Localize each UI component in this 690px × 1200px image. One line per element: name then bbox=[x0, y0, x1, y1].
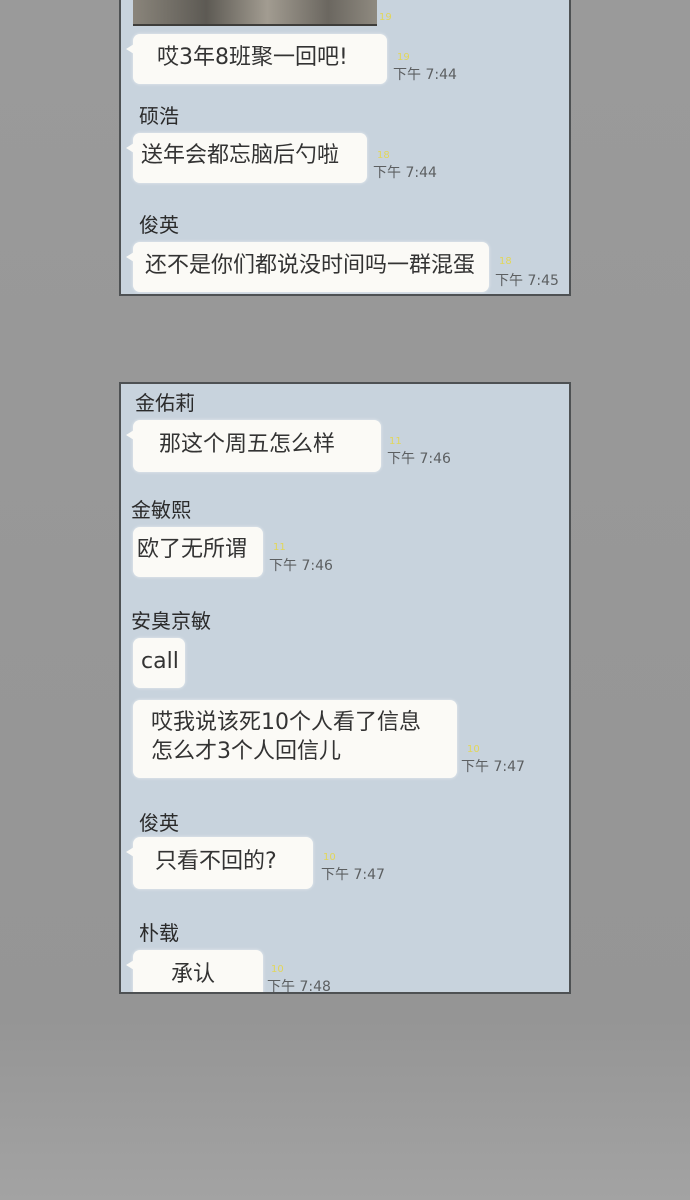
message-text: 那这个周五怎么样 bbox=[159, 432, 336, 457]
message-text: 哎3年8班聚一回吧! bbox=[157, 45, 348, 70]
message-bubble: 送年会都忘脑后勺啦 bbox=[126, 133, 367, 183]
message-bubble: 欧了无所谓 bbox=[133, 527, 263, 577]
sender-name: 金敏熙 bbox=[131, 498, 191, 522]
message-text: call bbox=[141, 649, 179, 674]
message-text: 欧了无所谓 bbox=[137, 537, 248, 562]
sender-name: 硕浩 bbox=[139, 104, 179, 128]
message-time: 下午 7:47 bbox=[321, 867, 385, 883]
sender-name: 朴载 bbox=[139, 921, 179, 945]
unread-count: 10 bbox=[271, 964, 284, 975]
message-time: 下午 7:44 bbox=[393, 67, 457, 83]
message-bubble: 哎3年8班聚一回吧! bbox=[126, 34, 387, 84]
sender-name: 俊英 bbox=[139, 213, 179, 237]
unread-count: 11 bbox=[273, 542, 286, 553]
unread-count: 19 bbox=[379, 12, 392, 23]
message-time: 下午 7:47 bbox=[461, 759, 525, 775]
sender-name: 金佑莉 bbox=[135, 391, 195, 415]
message-bubble: 那这个周五怎么样 bbox=[126, 420, 381, 472]
message-text-line: 哎我说该死10个人看了信息 bbox=[151, 710, 421, 735]
message-bubble: 还不是你们都说没时间吗一群混蛋 bbox=[126, 242, 489, 292]
message-text: 只看不回的? bbox=[155, 849, 277, 874]
message-time: 下午 7:48 bbox=[267, 979, 331, 994]
message-time: 下午 7:46 bbox=[269, 558, 333, 574]
message-time: 下午 7:45 bbox=[495, 273, 559, 289]
message-text: 承认 bbox=[171, 962, 216, 987]
message-bubble: 哎我说该死10个人看了信息 怎么才3个人回信儿 bbox=[133, 700, 457, 778]
unread-count: 10 bbox=[467, 744, 480, 755]
message-text: 还不是你们都说没时间吗一群混蛋 bbox=[145, 253, 476, 278]
unread-count: 10 bbox=[323, 852, 336, 863]
unread-count: 18 bbox=[377, 150, 390, 161]
message-bubble: 承认 bbox=[126, 950, 263, 992]
unread-count: 19 bbox=[397, 52, 410, 63]
chat-panel-bottom: 金佑莉 那这个周五怎么样 11 下午 7:46 金敏熙 欧了无所谓 11 下午 … bbox=[119, 382, 571, 994]
message-bubble: call bbox=[133, 638, 185, 688]
message-text-line: 怎么才3个人回信儿 bbox=[151, 739, 341, 764]
message-time: 下午 7:46 bbox=[387, 451, 451, 467]
message-time: 下午 7:44 bbox=[373, 165, 437, 181]
message-text: 送年会都忘脑后勺啦 bbox=[141, 143, 340, 168]
message-bubble: 只看不回的? bbox=[126, 837, 313, 889]
unread-count: 18 bbox=[499, 256, 512, 267]
sender-name: 俊英 bbox=[139, 811, 179, 835]
photo-message-image bbox=[133, 0, 377, 26]
unread-count: 11 bbox=[389, 436, 402, 447]
sender-name: 安臭京敏 bbox=[131, 609, 211, 633]
chat-panel-top: 19 哎3年8班聚一回吧! 19 下午 7:44 硕浩 送年会都忘脑后勺啦 18… bbox=[119, 0, 571, 296]
